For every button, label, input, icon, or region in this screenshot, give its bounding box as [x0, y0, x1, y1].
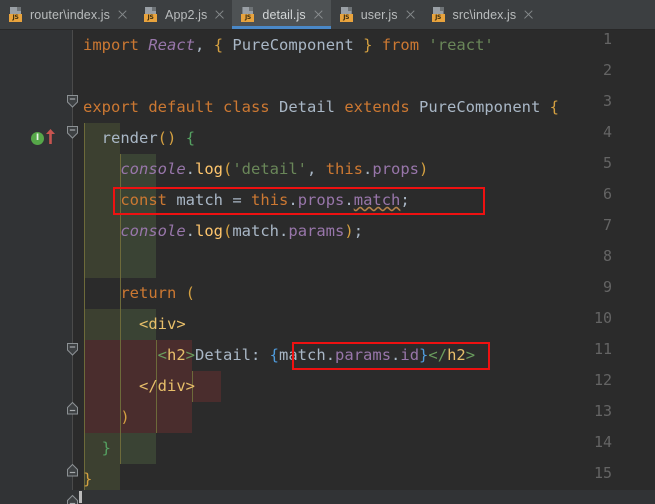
close-icon[interactable]: [313, 9, 324, 20]
code-line-12: </div>: [139, 377, 195, 395]
js-badge-label: JS: [241, 14, 255, 22]
editor-tab-bar: JS router\index.js JS App2.js JS detail.…: [0, 0, 655, 30]
tab-detail-js[interactable]: JS detail.js: [232, 0, 331, 29]
method-implemented-icon[interactable]: I: [31, 132, 44, 145]
fold-marker-collapse-line-10[interactable]: [66, 342, 79, 356]
code-line-7: console.log(match.params);: [120, 222, 364, 240]
code-editor[interactable]: 1 2 3 4 5 6 7 8 9 10 11 12 13 14 15 I im…: [0, 30, 655, 504]
js-file-icon: JS: [9, 7, 24, 22]
code-line-14: }: [101, 439, 112, 457]
tab-user-js[interactable]: JS user.js: [331, 0, 423, 29]
tab-src-index-js[interactable]: JS src\index.js: [423, 0, 542, 29]
code-line-13: ): [120, 408, 130, 426]
fold-marker-collapse-line-4[interactable]: [66, 125, 79, 139]
text-caret: [79, 491, 82, 503]
close-icon[interactable]: [523, 9, 534, 20]
jsx-inner-block-highlight: [192, 371, 221, 402]
fold-marker-end-line-12[interactable]: [66, 401, 79, 415]
js-badge-label: JS: [339, 14, 353, 22]
js-file-icon: JS: [431, 7, 447, 22]
code-line-3: export default class Detail extends Pure…: [83, 98, 560, 116]
code-line-11: <h2>Detail: {match.params.id}</h2>: [157, 346, 476, 364]
tab-label: src\index.js: [452, 7, 517, 22]
js-file-icon: JS: [339, 7, 355, 22]
code-content[interactable]: import React, { PureComponent } from 're…: [73, 30, 655, 504]
code-line-4: render() {: [101, 129, 196, 147]
gutter-bottom-strip: [0, 490, 655, 504]
fold-marker-collapse-line-3[interactable]: [66, 94, 79, 108]
editor-gutter[interactable]: [0, 30, 72, 504]
code-line-10: <div>: [139, 315, 186, 333]
close-icon[interactable]: [117, 9, 128, 20]
overriding-method-arrow-icon[interactable]: [45, 129, 56, 144]
tab-label: App2.js: [165, 7, 208, 22]
code-line-9: return (: [120, 284, 196, 302]
js-badge-label: JS: [144, 14, 158, 22]
tab-label: router\index.js: [30, 7, 111, 22]
code-line-5: console.log('detail', this.props): [120, 160, 429, 178]
js-badge-label: JS: [431, 14, 445, 22]
tab-label: detail.js: [262, 7, 306, 22]
close-icon[interactable]: [214, 9, 225, 20]
tab-router-index-js[interactable]: JS router\index.js: [0, 0, 135, 29]
fold-marker-end-line-15[interactable]: [66, 494, 79, 504]
js-badge-label: JS: [9, 14, 22, 22]
code-line-6: const match = this.props.match;: [120, 191, 410, 209]
js-file-icon: JS: [144, 7, 159, 22]
tab-app2-js[interactable]: JS App2.js: [135, 0, 232, 29]
code-line-15: }: [83, 470, 93, 488]
js-file-icon: JS: [241, 7, 256, 22]
code-line-1: import React, { PureComponent } from 're…: [83, 36, 494, 54]
editor-window: JS router\index.js JS App2.js JS detail.…: [0, 0, 655, 504]
tab-label: user.js: [360, 7, 398, 22]
active-tab-underline: [232, 26, 331, 29]
fold-marker-end-line-14[interactable]: [66, 463, 79, 477]
close-icon[interactable]: [405, 9, 416, 20]
indent-block-level2c: [120, 433, 156, 464]
